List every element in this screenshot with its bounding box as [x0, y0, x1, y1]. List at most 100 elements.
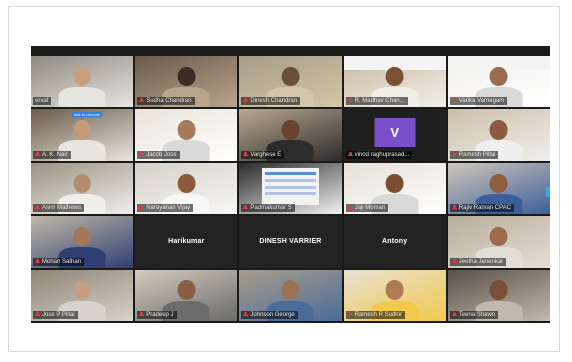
head-shape [73, 173, 92, 193]
head-shape [73, 226, 92, 247]
participant-name-placeholder: DINESH VARRIER [239, 216, 342, 268]
participant-name-text: Teena Shawn [458, 312, 496, 318]
participant-tile[interactable]: Dinesh Chandran [239, 56, 342, 108]
participant-tile[interactable]: Jeetha Jenenkar [447, 216, 550, 268]
muted-mic-icon [451, 258, 457, 265]
participant-name-label: R. Madhav Chan... [345, 97, 408, 106]
muted-mic-icon [451, 151, 457, 158]
participant-name-text: Rajiv Raman CPAC [458, 205, 512, 212]
participant-name-text: vinod raghuprasad... [354, 151, 410, 158]
muted-mic-icon [347, 205, 353, 211]
participant-name-label: Ramesh Pillai [449, 150, 499, 159]
muted-mic-icon [243, 151, 249, 158]
participant-grid: ervaf Sudha Chandran Dinesh Chandran R. Mad… [31, 56, 550, 321]
participant-tile[interactable]: Rajiv Raman CPAC [447, 162, 550, 215]
participant-name-label: vinod raghuprasad... [345, 150, 413, 159]
participant-name-label: Ramesh R Sudhir [345, 311, 405, 319]
participant-name-label: ervaf [33, 97, 52, 106]
muted-mic-icon [35, 151, 40, 158]
participant-tile[interactable]: DINESH VARRIER [239, 216, 342, 268]
participant-tile[interactable]: Vanka Varnegam [447, 56, 550, 108]
participant-tile[interactable]: Jacob Jose [135, 109, 238, 161]
participant-tile[interactable]: Jaji Moman [343, 162, 446, 215]
participant-silhouette [58, 63, 106, 108]
participant-name-label: Jose P Pillai [33, 311, 78, 319]
participant-tile[interactable]: Pradeep J [135, 269, 238, 321]
participant-name-text: Padmakumar S [250, 205, 292, 212]
participant-name-label: Dinesh Chandran [241, 97, 301, 106]
avatar: V [374, 117, 416, 148]
participant-tile[interactable]: Ramesh R Sudhir [343, 269, 446, 321]
participant-tile[interactable]: Sudha Chandran [135, 56, 238, 108]
participant-name-placeholder: Antony [343, 216, 446, 268]
participant-name-text: Jose P Pillai [42, 312, 75, 318]
participant-tile[interactable]: Antony [343, 216, 446, 268]
head-shape [73, 280, 92, 300]
participant-tile[interactable]: Johnson George [239, 269, 342, 321]
muted-mic-icon [451, 98, 457, 104]
muted-mic-icon [451, 312, 457, 318]
head-shape [177, 66, 196, 87]
head-shape [177, 280, 196, 300]
muted-mic-icon [347, 151, 353, 158]
participant-name-label: Pradeep J [137, 311, 177, 319]
participant-name-label: Teena Shawn [449, 311, 499, 319]
head-shape [177, 173, 196, 193]
participant-tile[interactable]: Teena Shawn [447, 269, 550, 321]
muted-mic-icon [139, 151, 145, 158]
participant-tile[interactable]: Ramesh Pillai [447, 109, 550, 161]
participant-name-label: Rajiv Raman CPAC [449, 204, 515, 213]
participant-tile[interactable]: Narayanan Vijay [135, 162, 238, 215]
participant-name-text: Jacob Jose [146, 151, 177, 158]
head-shape [385, 66, 404, 87]
head-shape [73, 66, 92, 87]
muted-mic-icon [243, 205, 249, 211]
participant-name-text: Asim Mathews [42, 205, 82, 212]
participant-tile[interactable]: Padmakumar S [239, 162, 342, 215]
muted-mic-icon [347, 98, 353, 104]
participant-name-label: Varghese E [241, 150, 285, 159]
muted-mic-icon [35, 205, 40, 211]
participant-tile[interactable]: R. Madhav Chan... [343, 56, 446, 108]
participant-name-text: Ramesh Pillai [458, 151, 496, 158]
head-shape [489, 173, 508, 193]
head-shape [385, 280, 404, 300]
muted-mic-icon [451, 205, 457, 211]
participant-name-text: ervaf [35, 98, 49, 105]
participant-name-label: Padmakumar S [241, 204, 295, 213]
poster-line [265, 179, 316, 182]
head-shape [489, 120, 508, 140]
participant-tile[interactable]: Vvinod raghuprasad... [343, 109, 446, 161]
participant-name-text: Sudha Chandran [146, 98, 192, 105]
head-shape [281, 66, 300, 87]
participant-name-text: Johnson George [250, 312, 295, 318]
participant-name-text: Vanka Varnegam [458, 98, 505, 105]
muted-mic-icon [35, 312, 40, 318]
participant-name-text: A. K. Nair [42, 151, 68, 158]
participant-tile[interactable]: Jose P Pillai [31, 269, 134, 321]
head-shape [489, 226, 508, 247]
participant-name-placeholder: Harikumar [135, 216, 238, 268]
poster-line [265, 192, 316, 196]
ask-to-unmute-label[interactable]: Ask to Unmute [71, 112, 103, 118]
participant-name-label: A. K. Nair [33, 150, 71, 159]
muted-mic-icon [139, 312, 145, 318]
participant-tile[interactable]: ervaf [31, 56, 134, 108]
participant-tile[interactable]: Mohan Sathan [31, 216, 134, 268]
poster-line [265, 185, 316, 189]
participant-name-label: Jaji Moman [345, 204, 389, 213]
head-shape [281, 280, 300, 300]
participant-tile[interactable]: Ask to Unmute A. K. Nair [31, 109, 134, 161]
next-page-arrow-icon[interactable] [545, 187, 550, 198]
participant-name-text: R. Madhav Chan... [354, 98, 405, 105]
participant-tile[interactable]: Asim Mathews [31, 162, 134, 215]
head-shape [489, 280, 508, 300]
participant-name-text: Pradeep J [146, 312, 174, 318]
video-meeting-gallery: ervaf Sudha Chandran Dinesh Chandran R. Mad… [31, 46, 550, 323]
participant-name-label: Asim Mathews [33, 204, 85, 213]
participant-tile[interactable]: Harikumar [135, 216, 238, 268]
participant-name-label: Vanka Varnegam [449, 97, 508, 106]
participant-name-text: Dinesh Chandran [250, 98, 298, 105]
participant-tile[interactable]: Varghese E [239, 109, 342, 161]
participant-name-label: Jacob Jose [137, 150, 180, 159]
